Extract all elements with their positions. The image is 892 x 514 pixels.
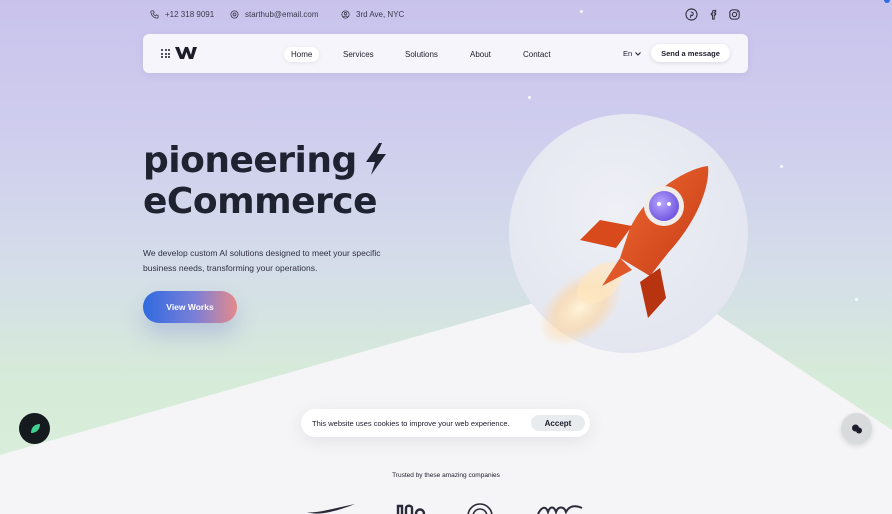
at-icon (230, 10, 239, 19)
cookie-text: This website uses cookies to improve you… (312, 419, 510, 428)
pinterest-icon (685, 8, 698, 21)
nav-contact[interactable]: Contact (516, 47, 558, 62)
lightning-bolt-icon (365, 143, 386, 175)
partner-logo-swoosh (307, 504, 355, 514)
leaf-icon (30, 423, 40, 433)
hero-title: pioneering eCommerce (143, 140, 443, 222)
facebook-link[interactable] (707, 8, 720, 21)
instagram-link[interactable] (728, 8, 741, 21)
nav-about[interactable]: About (463, 47, 498, 62)
menu-grid-icon[interactable] (161, 49, 170, 58)
language-selector[interactable]: En (623, 49, 642, 58)
address-text: 3rd Ave, NYC (356, 10, 405, 19)
chat-widget-right[interactable] (841, 413, 872, 444)
view-works-button[interactable]: View Works (143, 291, 237, 323)
send-message-button[interactable]: Send a message (651, 44, 730, 62)
partner-logo-wordmark (396, 504, 426, 514)
rocket-illustration (540, 166, 709, 347)
hero-title-line1: pioneering (143, 140, 357, 181)
chat-bubble-icon (851, 424, 862, 433)
star (780, 165, 783, 168)
cookie-banner: This website uses cookies to improve you… (301, 409, 590, 437)
hero-description: We develop custom AI solutions designed … (143, 248, 381, 273)
star (528, 96, 531, 99)
hero-title-line2: eCommerce (143, 181, 378, 222)
contact-email[interactable]: starthub@email.com (230, 10, 318, 19)
partner-logo-script (537, 505, 583, 514)
facebook-icon (710, 9, 717, 20)
contact-phone[interactable]: +12 318 9091 (150, 10, 214, 19)
main-navbar: Home Services Solutions About Contact En… (143, 34, 748, 73)
user-location-icon (341, 10, 350, 19)
chevron-down-icon (635, 51, 642, 56)
language-label: En (623, 49, 633, 58)
email-text: starthub@email.com (245, 10, 319, 19)
top-contact-bar: +12 318 9091 starthub@email.com 3rd Ave,… (0, 0, 892, 30)
star (855, 298, 858, 301)
brand-logo[interactable] (175, 47, 197, 59)
nav-services[interactable]: Services (336, 47, 381, 62)
nav-solutions[interactable]: Solutions (398, 47, 445, 62)
pinterest-link[interactable] (685, 8, 698, 21)
instagram-icon (729, 9, 740, 20)
partner-logo-emblem (467, 503, 493, 514)
trusted-label: Trusted by these amazing companies (392, 472, 500, 479)
phone-icon (150, 10, 159, 19)
chat-widget-left[interactable] (19, 413, 50, 444)
accept-cookies-button[interactable]: Accept (531, 415, 585, 431)
phone-text: +12 318 9091 (165, 10, 215, 19)
contact-address[interactable]: 3rd Ave, NYC (341, 10, 404, 19)
nav-home[interactable]: Home (284, 47, 320, 62)
